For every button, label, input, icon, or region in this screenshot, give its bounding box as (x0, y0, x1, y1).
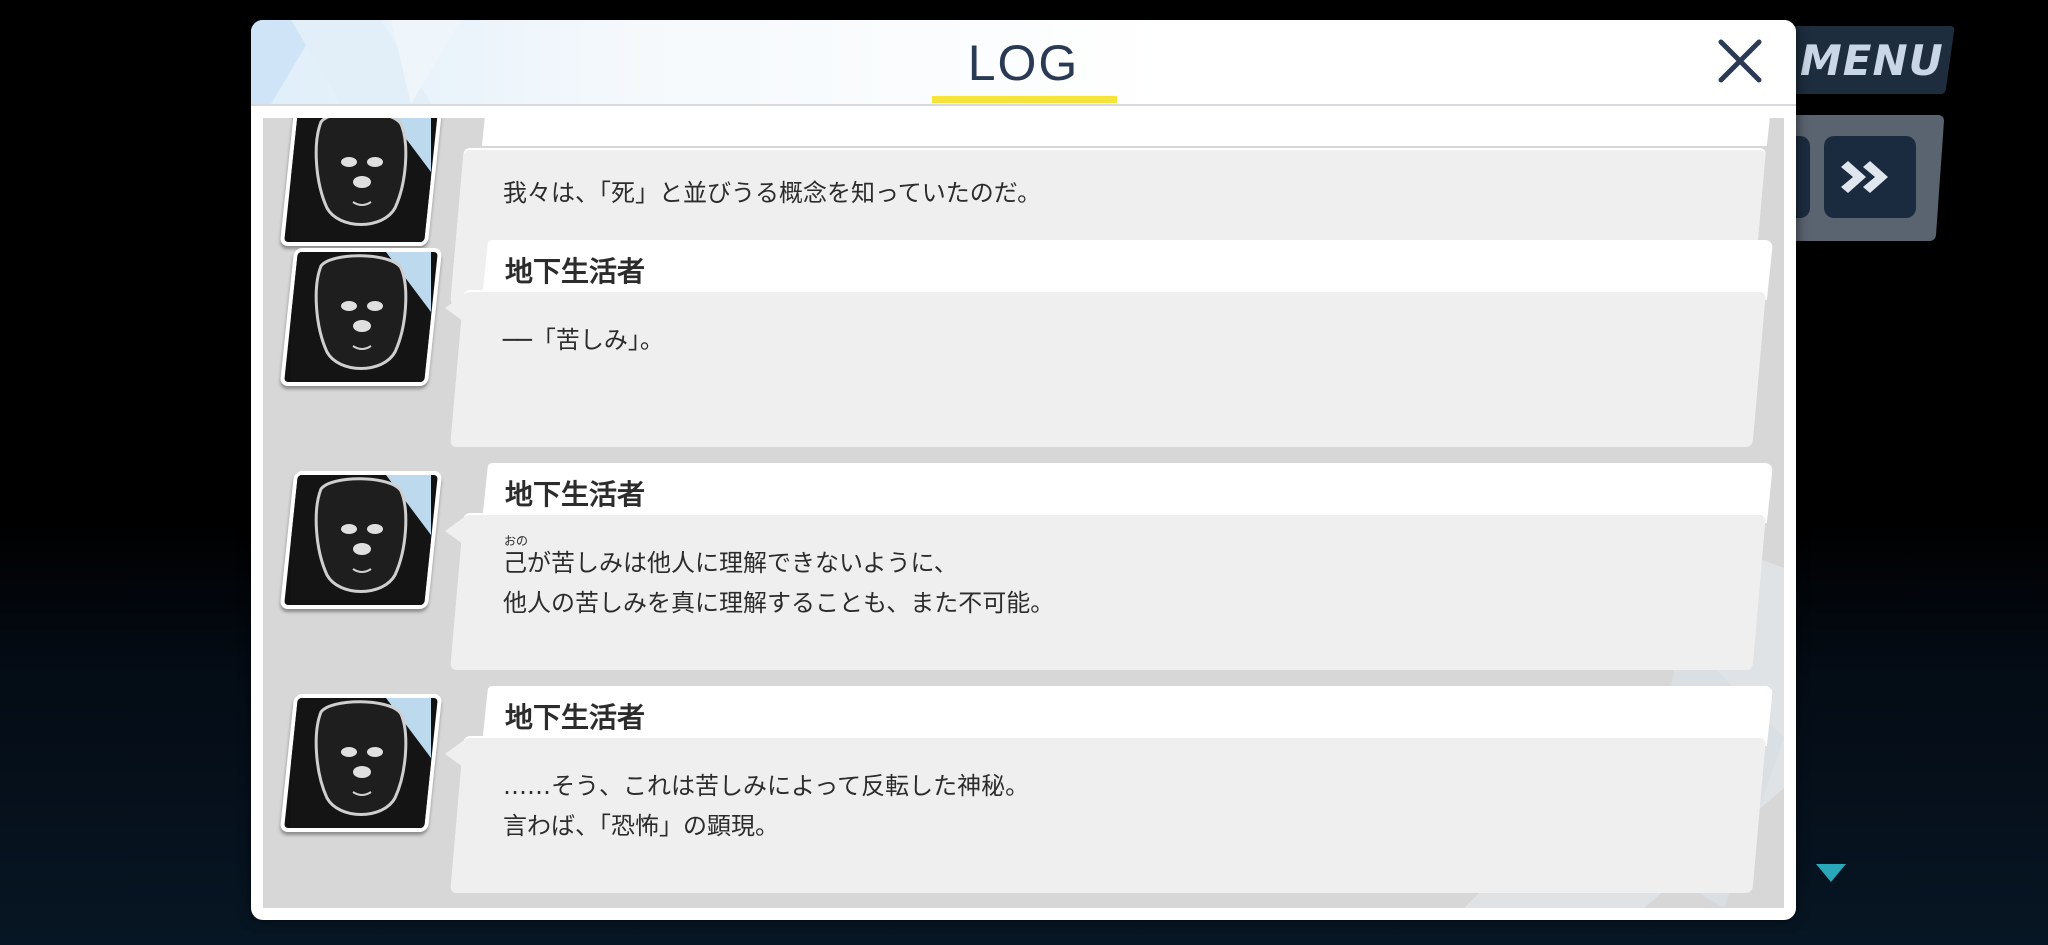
scroll-down-icon[interactable] (1816, 864, 1846, 882)
menu-button-label: MENU (1800, 36, 1944, 85)
masked-face-portrait (291, 252, 431, 382)
log-entry: 地下生活者 ……そう、これは苦しみによって反転した神秘。 言わば、「恐怖」の顕現… (263, 686, 1784, 896)
title-underline (932, 96, 1117, 103)
close-button[interactable] (1711, 32, 1769, 90)
speaker-name: 地下生活者 (505, 701, 646, 734)
fast-forward-button[interactable] (1824, 136, 1916, 218)
log-list[interactable]: 我々は、「死」と並びうる概念を知っていたのだ。 地下生活者 ──「苦しみ」。 地… (263, 118, 1784, 908)
masked-face-portrait (291, 118, 431, 242)
speaker-avatar (279, 248, 443, 386)
log-dialog: LOG 我々は、「死」と並びうる概念を知っていたのだ。 地下生活者 ──「苦しみ… (251, 20, 1796, 920)
masked-face-portrait (291, 475, 431, 605)
speaker-name-plate (481, 118, 1774, 146)
dialogue-line: 他人の苦しみを真に理解することも、また不可能。 (503, 589, 1055, 617)
log-title: LOG (967, 35, 1080, 91)
dialogue-line: 言わば、「恐怖」の顕現。 (503, 812, 779, 840)
log-entry: 我々は、「死」と並びうる概念を知っていたのだ。 (263, 118, 1784, 305)
masked-face-portrait (291, 698, 431, 828)
speaker-name-plate (481, 240, 1774, 300)
bubble-tail (445, 292, 467, 324)
double-chevron-right-icon (1841, 161, 1888, 193)
dialogue-line: ──「苦しみ」。 (503, 326, 664, 354)
speaker-avatar (279, 471, 443, 609)
log-entry: 地下生活者 ──「苦しみ」。 (263, 240, 1784, 450)
dialogue-line: 己が苦しみは他人に理解できないように、 (503, 549, 958, 577)
close-icon (1718, 39, 1762, 83)
dialogue-line: 我々は、「死」と並びうる概念を知っていたのだ。 (503, 179, 1042, 207)
bubble-tail (445, 738, 467, 770)
log-header: LOG (251, 20, 1796, 106)
speaker-name-plate (481, 686, 1774, 746)
speaker-name-plate (481, 463, 1774, 523)
dialogue-line: ……そう、これは苦しみによって反転した神秘。 (503, 772, 1030, 800)
bubble-tail (445, 515, 467, 547)
speaker-avatar (279, 118, 443, 246)
speaker-name: 地下生活者 (505, 255, 646, 288)
speaker-avatar (279, 694, 443, 832)
log-entry: 地下生活者 おの 己が苦しみは他人に理解できないように、 他人の苦しみを真に理解… (263, 463, 1784, 673)
dialogue-bubble (450, 292, 1766, 447)
speaker-name: 地下生活者 (505, 478, 646, 511)
